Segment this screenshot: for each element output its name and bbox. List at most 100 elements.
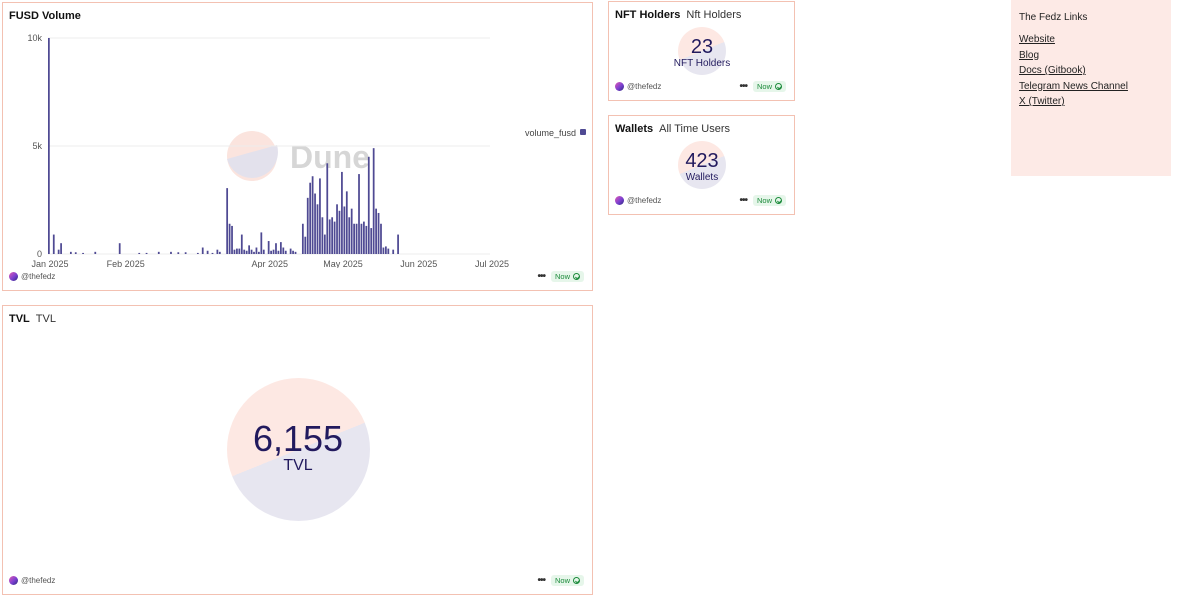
wallets-counter: 423 Wallets <box>652 139 752 191</box>
nft-holders-card: NFT Holders Nft Holders 23 NFT Holders @t… <box>608 1 795 101</box>
bar <box>375 208 377 254</box>
author-tag[interactable]: @thefedz <box>9 272 55 281</box>
wallets-footer: @thefedz ••• Now <box>615 195 786 208</box>
more-options-icon[interactable]: ••• <box>537 575 545 586</box>
x-tick-label: Apr 2025 <box>252 259 289 268</box>
link-telegram[interactable]: Telegram News Channel <box>1019 81 1163 94</box>
bar <box>60 243 62 254</box>
bar <box>245 250 248 254</box>
avatar <box>615 196 624 205</box>
link-website[interactable]: Website <box>1019 34 1163 47</box>
fusd-volume-chart: Dune 0 5k 10k Jan 2025 Feb 2025 Apr 2025 May 20… <box>27 33 586 268</box>
bar <box>231 225 233 254</box>
tvl-value: 6,155 <box>252 418 344 459</box>
tvl-card: TVL TVL 6,155 TVL @thefedz ••• Now <box>2 305 593 595</box>
bar <box>201 247 204 254</box>
author-tag[interactable]: @thefedz <box>9 576 55 585</box>
author-tag[interactable]: @thefedz <box>615 82 661 91</box>
y-tick-label: 5k <box>32 141 42 151</box>
avatar <box>615 82 624 91</box>
bar <box>267 241 270 254</box>
watermark-text: Dune <box>290 139 370 175</box>
bar <box>387 248 390 254</box>
bar <box>370 228 373 254</box>
bar <box>138 252 141 254</box>
link-x-twitter[interactable]: X (Twitter) <box>1019 96 1163 109</box>
x-tick-label: May 2025 <box>323 259 363 268</box>
bar <box>380 223 382 254</box>
links-panel: The Fedz Links Website Blog Docs (Gitboo… <box>1011 0 1171 176</box>
bar <box>367 156 370 254</box>
bar <box>377 212 380 254</box>
fusd-volume-card: FUSD Volume Dune 0 5k 10k Jan 2025 Feb 2025 Ap… <box>2 2 593 291</box>
bar <box>272 249 275 254</box>
bar <box>258 251 260 254</box>
tvl-card-title: TVL TVL <box>9 313 56 325</box>
check-circle-icon <box>775 83 782 90</box>
bar <box>304 236 307 254</box>
links-panel-title: The Fedz Links <box>1019 12 1088 23</box>
tvl-footer: @thefedz ••• Now <box>9 575 584 588</box>
bar <box>365 225 368 254</box>
bar <box>184 252 187 254</box>
bar <box>338 210 341 254</box>
link-blog[interactable]: Blog <box>1019 50 1163 63</box>
bar <box>292 250 294 254</box>
bar <box>321 217 324 254</box>
check-circle-icon <box>573 577 580 584</box>
bar <box>82 252 84 254</box>
check-circle-icon <box>573 273 580 280</box>
nft-label: NFT Holders <box>673 58 731 69</box>
status-badge: Now <box>752 195 786 206</box>
bar <box>289 248 292 254</box>
bar <box>382 247 385 254</box>
bar <box>336 204 338 254</box>
author-tag[interactable]: @thefedz <box>615 196 661 205</box>
bar <box>262 249 265 254</box>
bar <box>309 182 312 254</box>
more-options-icon[interactable]: ••• <box>739 195 747 206</box>
bar <box>392 249 395 254</box>
bar <box>343 206 346 254</box>
bar <box>282 247 285 254</box>
x-tick-label: Jul 2025 <box>475 259 509 268</box>
bar <box>350 208 353 254</box>
wallets-value: 423 <box>685 150 719 172</box>
bar <box>311 176 314 254</box>
y-tick-label: 0 <box>37 249 42 259</box>
bar <box>243 249 246 254</box>
bar <box>216 249 219 254</box>
bar <box>279 242 282 254</box>
bar <box>360 223 363 254</box>
legend-label: volume_fusd <box>525 128 576 138</box>
bar <box>345 191 348 254</box>
bar <box>319 178 321 254</box>
bar <box>250 249 253 254</box>
bar <box>397 234 399 254</box>
bar <box>284 250 287 254</box>
more-options-icon[interactable]: ••• <box>537 271 545 282</box>
wallets-label: Wallets <box>685 172 719 183</box>
bar <box>355 223 358 254</box>
bar <box>331 217 334 254</box>
wallets-card-title: Wallets All Time Users <box>615 123 731 135</box>
bar <box>218 251 221 254</box>
bar <box>226 188 229 254</box>
bar <box>306 197 309 254</box>
bar <box>228 223 231 254</box>
more-options-icon[interactable]: ••• <box>739 81 747 92</box>
bar <box>177 252 180 254</box>
bar <box>301 223 304 254</box>
nft-counter: 23 NFT Holders <box>652 25 752 77</box>
nft-value: 23 <box>690 36 714 58</box>
bar <box>358 174 360 254</box>
status-badge: Now <box>752 81 786 92</box>
legend-swatch <box>580 129 586 135</box>
bar <box>118 243 121 254</box>
bar <box>211 252 214 254</box>
link-docs[interactable]: Docs (Gitbook) <box>1019 65 1163 78</box>
y-tick-label: 10k <box>27 33 42 43</box>
bar <box>333 221 336 254</box>
bar <box>52 234 55 254</box>
wallets-card: Wallets All Time Users 423 Wallets @thefe… <box>608 115 795 215</box>
